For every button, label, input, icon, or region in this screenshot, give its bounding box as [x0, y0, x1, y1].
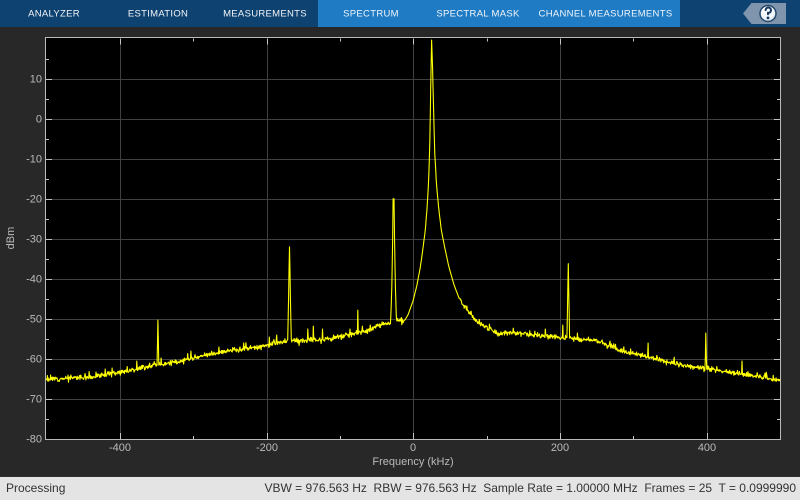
- svg-text:-10: -10: [26, 154, 42, 166]
- svg-text:-200: -200: [256, 442, 278, 454]
- svg-text:10: 10: [30, 74, 42, 86]
- svg-text:0: 0: [36, 114, 42, 126]
- svg-text:dBm: dBm: [5, 227, 17, 250]
- svg-text:Frequency (kHz): Frequency (kHz): [372, 456, 453, 468]
- svg-text:-40: -40: [26, 274, 42, 286]
- svg-text:-60: -60: [26, 354, 42, 366]
- svg-text:-20: -20: [26, 194, 42, 206]
- svg-text:-50: -50: [26, 314, 42, 326]
- svg-text:-70: -70: [26, 394, 42, 406]
- svg-text:200: 200: [551, 442, 569, 454]
- svg-text:-30: -30: [26, 234, 42, 246]
- svg-text:-80: -80: [26, 434, 42, 446]
- svg-text:-400: -400: [109, 442, 131, 454]
- svg-text:0: 0: [410, 442, 416, 454]
- svg-text:400: 400: [698, 442, 716, 454]
